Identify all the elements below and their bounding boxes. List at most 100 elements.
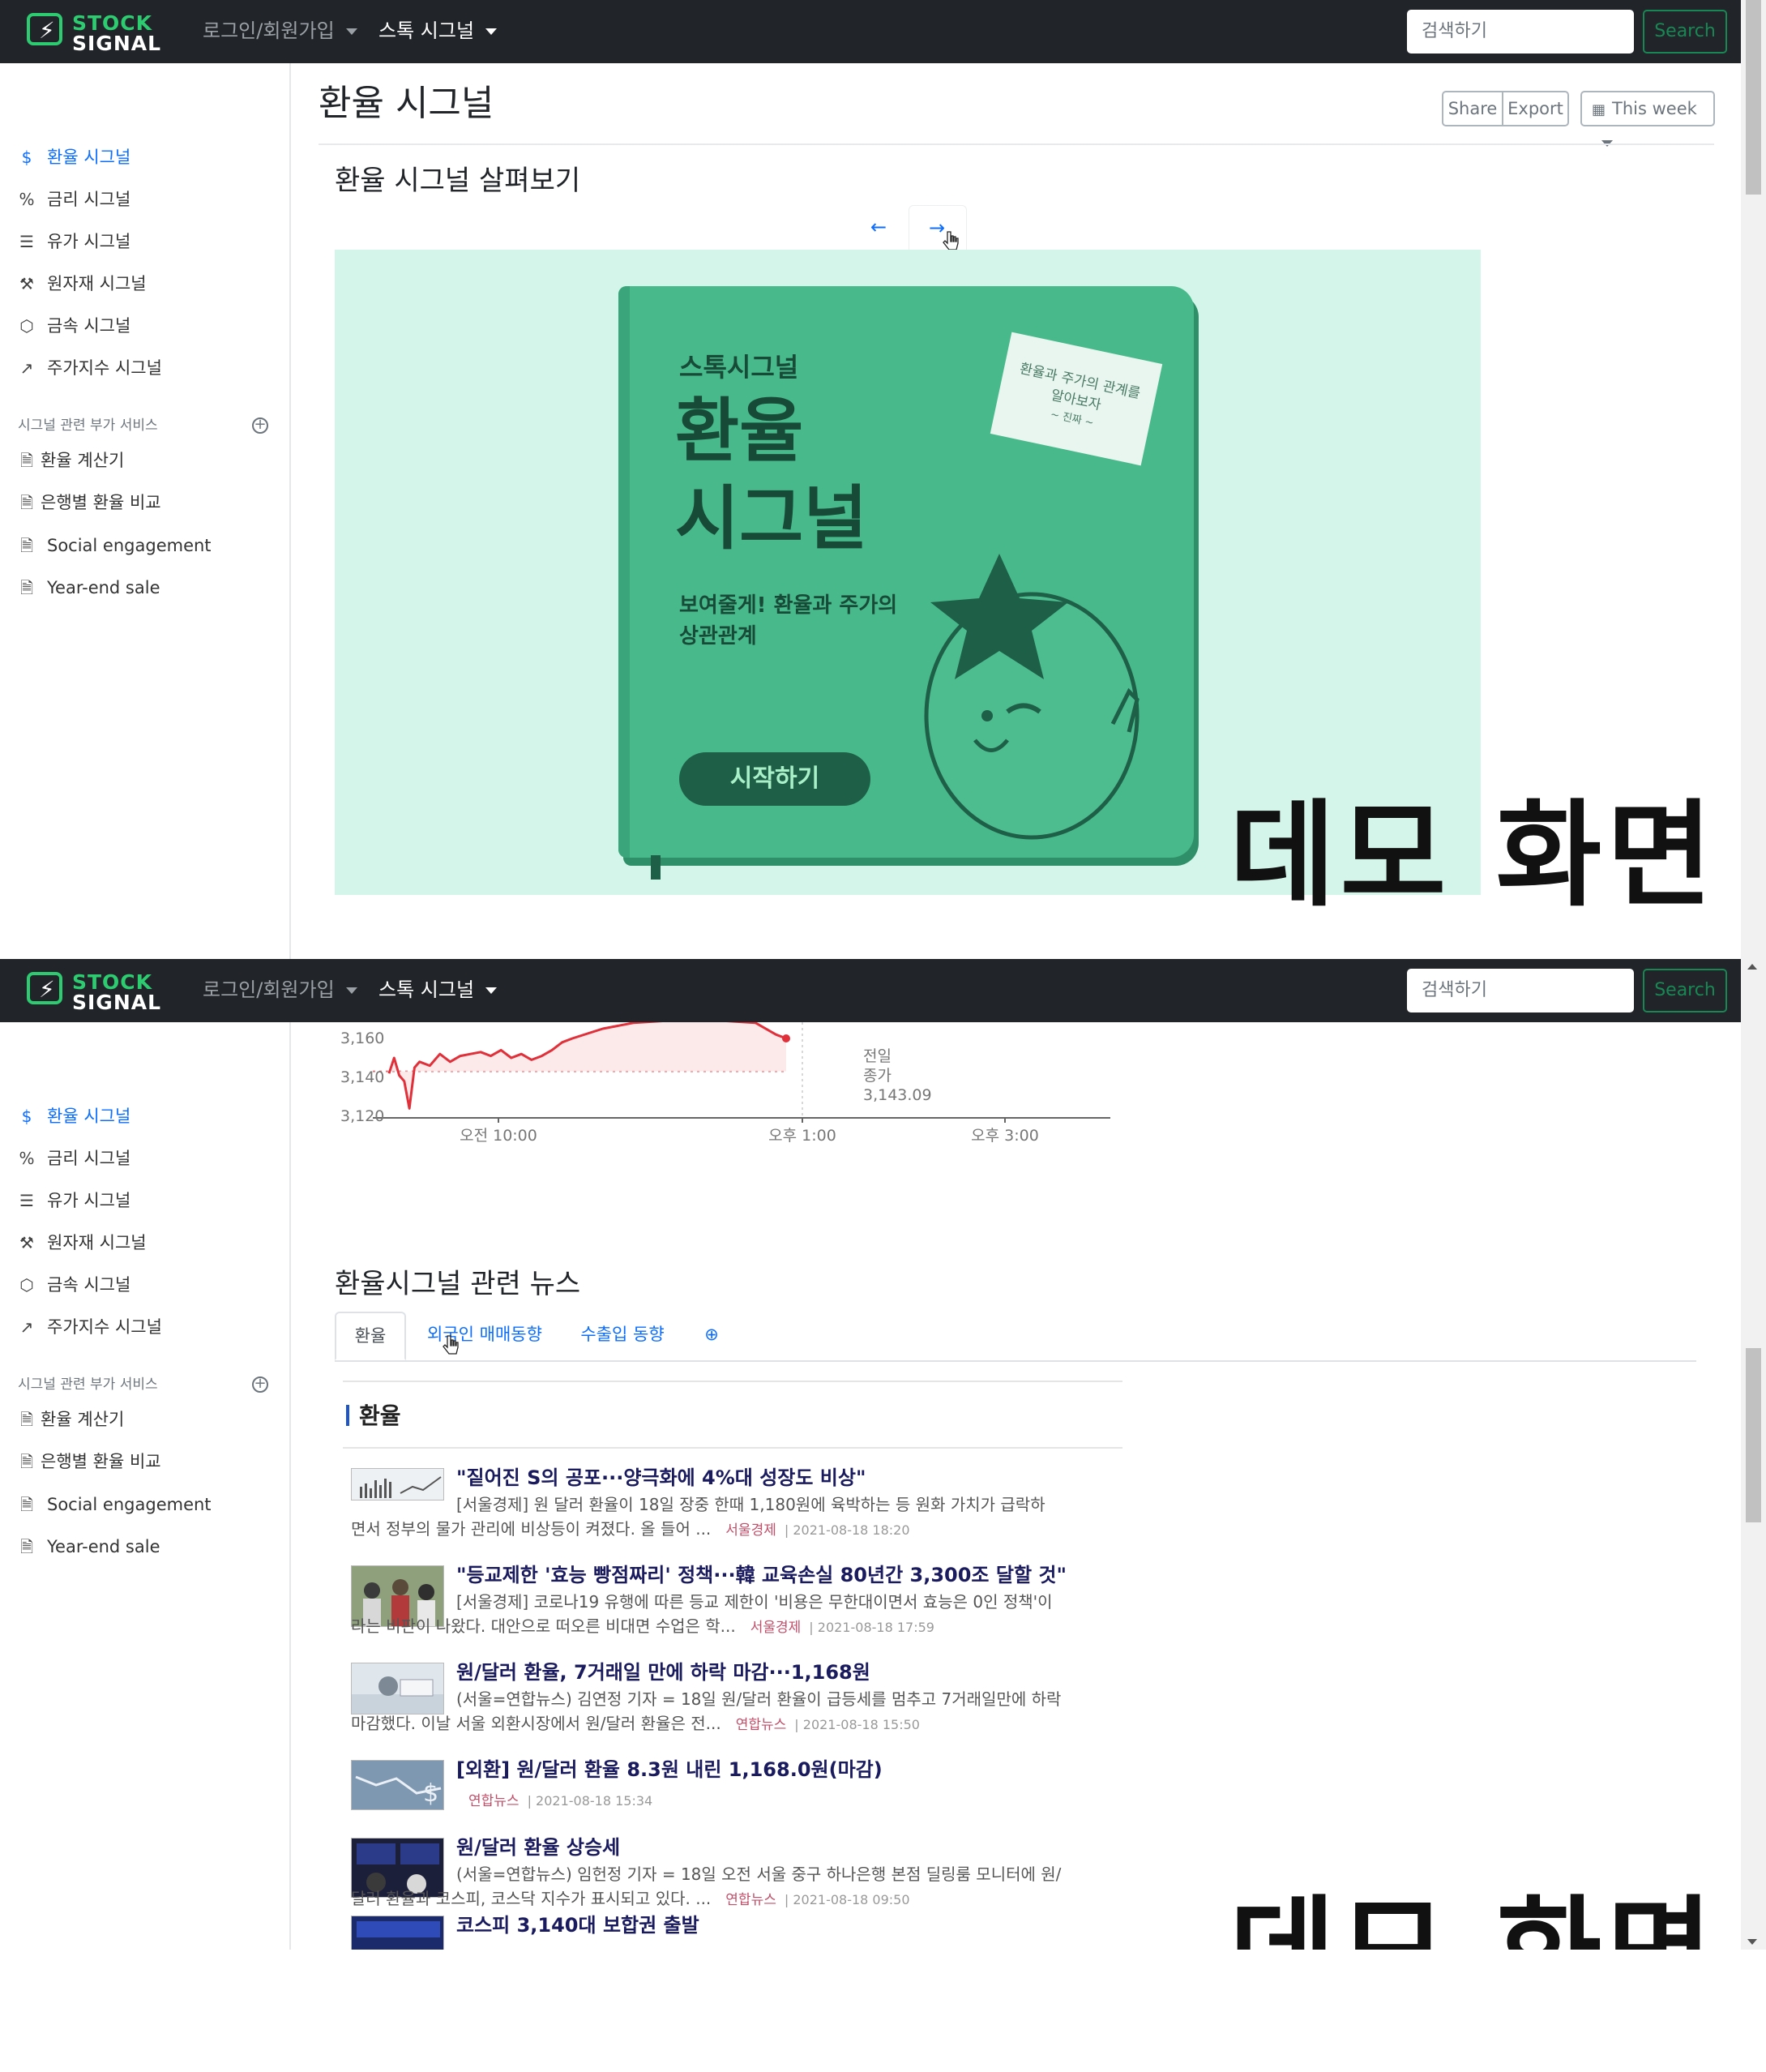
news-title[interactable]: "등교제한 '효능 빵점짜리' 정책···韓 교육손실 80년간 3,300조 …	[456, 1560, 1067, 1590]
brand-logo[interactable]: ⚡ STOCK SIGNAL	[27, 10, 165, 55]
star-character-illustration	[924, 554, 1140, 840]
book-illustration: 스톡시그널 환율 시그널 보여줄게! 환율과 주가의 상관관계 시작하기 환율과 주…	[618, 286, 1194, 880]
search-button[interactable]: Search	[1643, 969, 1727, 1012]
stock-signal-dropdown[interactable]: 스톡 시그널	[378, 977, 498, 1003]
export-button[interactable]: Export	[1502, 91, 1569, 126]
news-item[interactable]: 코스피 3,140대 보합권 출발	[351, 1914, 1121, 1950]
news-source[interactable]: 연합뉴스	[725, 1892, 776, 1908]
sidebar-item-label: 금리 시그널	[47, 1149, 131, 1168]
sidebar-item-social-engagement[interactable]: 🗎 Social engagement	[18, 529, 212, 562]
sidebar-item-label: 유가 시그널	[47, 232, 131, 251]
login-dropdown[interactable]: 로그인/회원가입	[203, 18, 357, 44]
trending-up-icon: ↗	[19, 358, 34, 378]
sidebar-item-fx-calculator[interactable]: 🗎 환율 계산기	[18, 1403, 124, 1436]
sidebar-item-rate-signal[interactable]: % 금리 시그널	[18, 1142, 130, 1175]
news-source[interactable]: 연합뉴스	[468, 1793, 520, 1809]
news-title[interactable]: 원/달러 환율 상승세	[456, 1833, 620, 1862]
banner-headline: 환율 시그널	[675, 387, 867, 563]
search-input[interactable]: 검색하기	[1407, 969, 1634, 1012]
percent-icon: %	[19, 190, 35, 209]
brand-logo[interactable]: ⚡ STOCK SIGNAL	[27, 969, 165, 1014]
sidebar-item-oil-signal[interactable]: ☰ 유가 시그널	[18, 1184, 130, 1217]
news-source[interactable]: 서울경제	[750, 1620, 802, 1636]
sidebar-item-commodity-signal[interactable]: ⚒ 원자재 시그널	[18, 268, 147, 300]
banner-headline-line1: 환율	[675, 391, 804, 472]
sidebar-item-label: Social engagement	[47, 1495, 212, 1514]
scrollbar[interactable]	[1741, 959, 1766, 1950]
add-tab-icon[interactable]: ⊕	[699, 1312, 724, 1360]
plus-circle-icon[interactable]: +	[252, 1376, 268, 1393]
search-input[interactable]: 검색하기	[1407, 10, 1634, 54]
news-date-value: 2021-08-18 09:50	[793, 1892, 910, 1907]
news-summary-line2: 달러 환율과 코스피, 코스닥 지수가 표시되고 있다. ...	[351, 1889, 712, 1908]
login-label: 로그인/회원가입	[203, 19, 335, 42]
sidebar-item-commodity-signal[interactable]: ⚒ 원자재 시그널	[18, 1227, 147, 1259]
news-source[interactable]: 연합뉴스	[736, 1717, 787, 1733]
reference-label-line: 종가	[863, 1067, 892, 1085]
news-title[interactable]: 원/달러 환율, 7거래일 만에 하락 마감···1,168원	[456, 1658, 870, 1687]
news-title[interactable]: [외환] 원/달러 환율 8.3원 내린 1,168.0원(마감)	[456, 1755, 883, 1784]
login-label: 로그인/회원가입	[203, 978, 335, 1001]
sidebar-item-fx-calculator[interactable]: 🗎 환율 계산기	[18, 444, 124, 477]
sidebar-item-index-signal[interactable]: ↗ 주가지수 시그널	[18, 1311, 162, 1343]
page-title: 환율 시그널	[319, 83, 494, 124]
sidebar-item-oil-signal[interactable]: ☰ 유가 시그널	[18, 225, 130, 258]
calendar-icon: ▦	[1592, 101, 1606, 118]
news-item[interactable]: 원/달러 환율, 7거래일 만에 하락 마감···1,168원 (서울=연합뉴스…	[351, 1661, 1121, 1752]
caret-down-icon	[485, 28, 498, 35]
tab-import-export[interactable]: 수출입 동향	[570, 1312, 675, 1360]
news-item[interactable]: "등교제한 '효능 빵점짜리' 정책···韓 교육손실 80년간 3,300조 …	[351, 1564, 1121, 1655]
screenshot-bottom: ⚡ STOCK SIGNAL 로그인/회원가입 스톡 시그널 검색하기 Searc…	[0, 959, 1766, 1950]
search-button[interactable]: Search	[1643, 10, 1727, 54]
sidebar-item-bank-compare[interactable]: 🗎 은행별 환율 비교	[18, 486, 161, 519]
dollar-icon: $	[21, 1107, 32, 1126]
news-summary: [서울경제] 코로나19 유행에 따른 등교 제한이 '비용은 무한대이면서 효…	[351, 1590, 1117, 1640]
sidebar-item-fx-signal[interactable]: $ 환율 시그널	[18, 1100, 131, 1132]
sidebar-item-metal-signal[interactable]: ⬡ 금속 시그널	[18, 310, 130, 342]
sidebar-item-year-end-sale[interactable]: 🗎 Year-end sale	[18, 1530, 160, 1563]
caret-down-icon	[485, 987, 498, 994]
scroll-up-arrow-icon[interactable]	[1747, 964, 1757, 970]
stock-signal-label: 스톡 시그널	[378, 978, 475, 1001]
plus-circle-icon[interactable]: +	[252, 417, 268, 434]
sidebar-item-year-end-sale[interactable]: 🗎 Year-end sale	[18, 572, 160, 604]
scroll-down-arrow-icon[interactable]	[1747, 1939, 1757, 1945]
scrollbar[interactable]	[1741, 0, 1766, 959]
login-dropdown[interactable]: 로그인/회원가입	[203, 977, 357, 1003]
news-summary-line1: (서울=연합뉴스) 김연정 기자 = 18일 원/달러 환율이 급등세를 멈추고…	[456, 1689, 1062, 1709]
scrollbar-thumb[interactable]	[1746, 1348, 1761, 1522]
stock-signal-dropdown[interactable]: 스톡 시그널	[378, 18, 498, 44]
sidebar-item-fx-signal[interactable]: $ 환율 시그널	[18, 141, 131, 173]
share-button[interactable]: Share	[1442, 91, 1503, 126]
news-title[interactable]: "짙어진 S의 공포···양극화에 4%대 성장도 비상"	[456, 1463, 866, 1492]
banner-start-button[interactable]: 시작하기	[679, 752, 870, 806]
top-navbar: ⚡ STOCK SIGNAL 로그인/회원가입 스톡 시그널 검색하기 Searc…	[0, 959, 1741, 1022]
y-tick-label: 3,120	[340, 1107, 384, 1125]
sidebar-item-social-engagement[interactable]: 🗎 Social engagement	[18, 1488, 212, 1521]
news-item[interactable]: "짙어진 S의 공포···양극화에 4%대 성장도 비상" [서울경제] 원 달…	[351, 1466, 1121, 1557]
period-dropdown[interactable]: ▦ This week	[1580, 91, 1715, 147]
sidebar-item-label: 금속 시그널	[47, 1275, 131, 1295]
sidebar-item-index-signal[interactable]: ↗ 주가지수 시그널	[18, 352, 162, 384]
news-thumbnail	[351, 1468, 444, 1500]
file-icon: 🗎	[19, 1495, 34, 1514]
carousel-next-tab[interactable]: →	[909, 205, 967, 251]
sidebar-item-label: Year-end sale	[47, 578, 160, 597]
sidebar-item-label: 유가 시그널	[47, 1191, 131, 1210]
news-source[interactable]: 서울경제	[725, 1522, 776, 1539]
carousel-prev-arrow-icon[interactable]: ←	[870, 216, 887, 238]
news-section-head-label: 환율	[359, 1402, 401, 1429]
fx-line-chart[interactable]: 3,160 3,140 3,120 오전 10:00 오후 1:00 오후 3:00 전일종…	[340, 1022, 1135, 1265]
sidebar-item-metal-signal[interactable]: ⬡ 금속 시그널	[18, 1269, 130, 1301]
banner-brand: 스톡시그널	[679, 352, 799, 383]
tab-fx[interactable]: 환율	[335, 1312, 406, 1360]
news-list-box: 환율 "짙어진 S의 공포···양극화에 4%대 성장도 비상" [서울경제] …	[343, 1381, 1122, 1950]
news-title[interactable]: 코스피 3,140대 보합권 출발	[456, 1911, 699, 1940]
y-tick-label: 3,160	[340, 1030, 384, 1047]
tab-foreign-trading[interactable]: 외국인 매매동향	[416, 1312, 554, 1360]
sidebar-item-rate-signal[interactable]: % 금리 시그널	[18, 183, 130, 216]
sidebar-item-bank-compare[interactable]: 🗎 은행별 환율 비교	[18, 1445, 161, 1478]
scrollbar-thumb[interactable]	[1746, 0, 1761, 195]
news-thumbnail: $	[351, 1760, 444, 1810]
sidebar-item-label: 환율 시그널	[47, 148, 131, 167]
